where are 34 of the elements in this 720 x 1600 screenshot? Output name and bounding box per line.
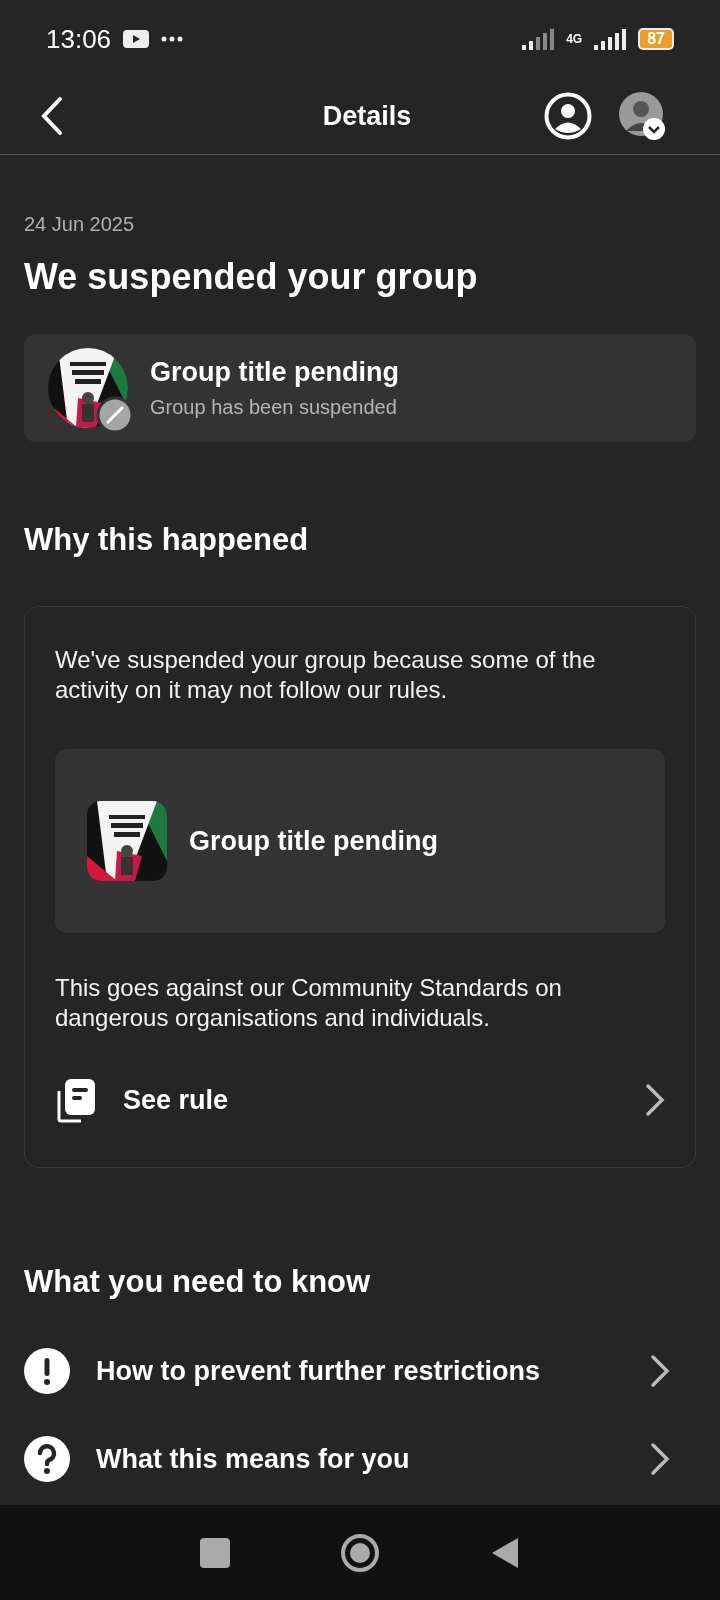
info-link[interactable]: How to prevent further restrictions <box>24 1348 696 1394</box>
network-label: 4G <box>566 32 583 46</box>
page-title: Details <box>321 100 413 132</box>
document-icon <box>55 1077 97 1123</box>
group-name: Group title pending <box>189 825 438 857</box>
explanation-text: This goes against our Community Standards on dangerous organisations and individuals. <box>55 973 563 1033</box>
recent-apps-button[interactable] <box>200 1537 230 1568</box>
signal-icon <box>594 28 627 50</box>
section-heading: What you need to know <box>24 1264 372 1300</box>
group-card[interactable]: Group title pending Group has been suspended <box>24 334 696 442</box>
home-button[interactable] <box>340 1532 380 1573</box>
battery-level: 87 <box>638 28 674 50</box>
more-icon <box>161 36 184 42</box>
signal-icon <box>522 28 555 50</box>
back-button[interactable] <box>40 96 64 136</box>
group-status: Group has been suspended <box>150 396 398 419</box>
info-link[interactable]: What this means for you <box>24 1436 696 1482</box>
reason-text: We've suspended your group because some of the activity on it may not follow our rules. <box>55 645 597 705</box>
account-avatar[interactable] <box>616 91 666 141</box>
chevron-right-icon <box>650 1442 670 1476</box>
suspended-icon <box>96 396 134 434</box>
profile-button[interactable] <box>544 92 592 140</box>
group-name: Group title pending <box>150 357 399 388</box>
date-label: 24 Jun 2025 <box>24 213 136 236</box>
chevron-right-icon <box>645 1083 665 1117</box>
status-time: 13:06 <box>46 23 112 55</box>
section-heading: Why this happened <box>24 522 310 558</box>
page-heading: We suspended your group <box>24 256 479 298</box>
video-play-icon <box>123 30 150 48</box>
see-rule-link[interactable]: See rule <box>55 1077 665 1123</box>
exclamation-icon <box>24 1348 70 1394</box>
back-nav-button[interactable] <box>490 1535 520 1570</box>
question-icon <box>24 1436 70 1482</box>
chevron-right-icon <box>650 1354 670 1388</box>
